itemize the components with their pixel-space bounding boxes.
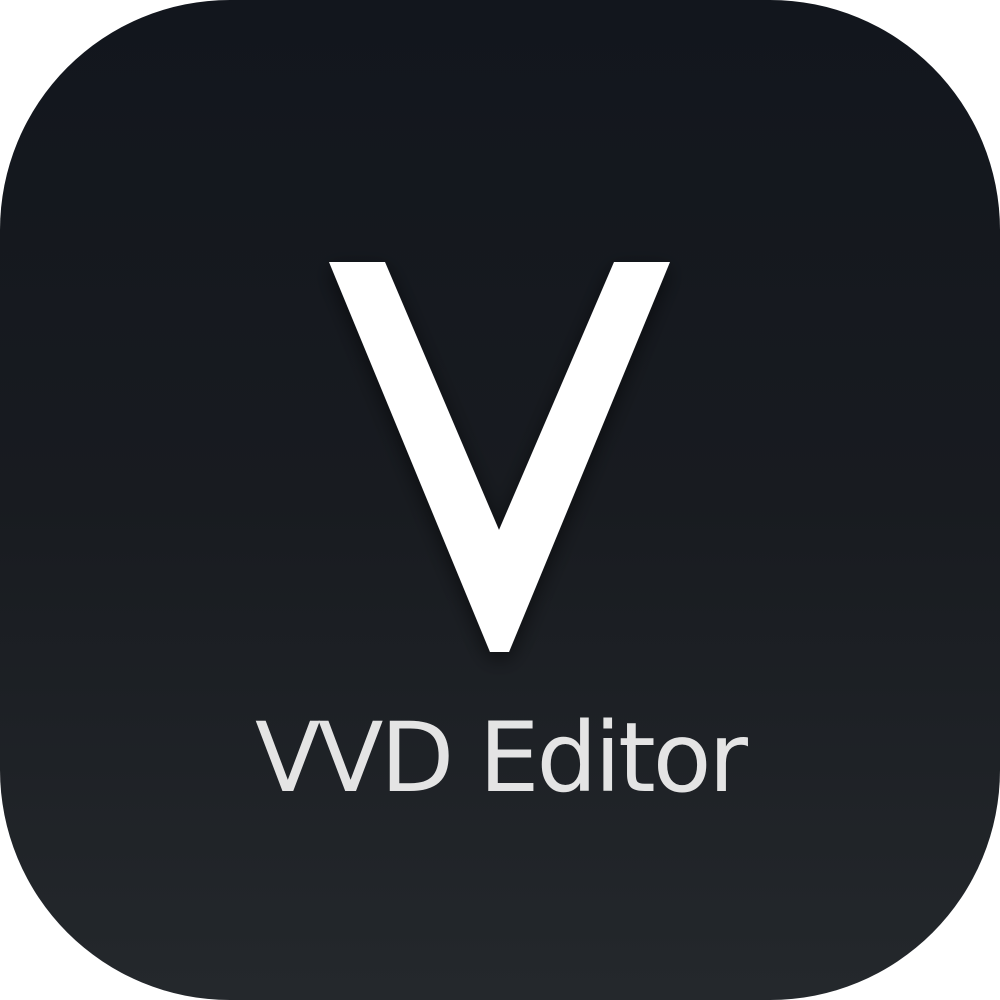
app-name-label: VVD Editor: [255, 702, 748, 814]
v-logo-icon: [329, 262, 670, 652]
app-icon[interactable]: VVD Editor: [0, 0, 1000, 1000]
v-logo-shape: [329, 262, 670, 652]
